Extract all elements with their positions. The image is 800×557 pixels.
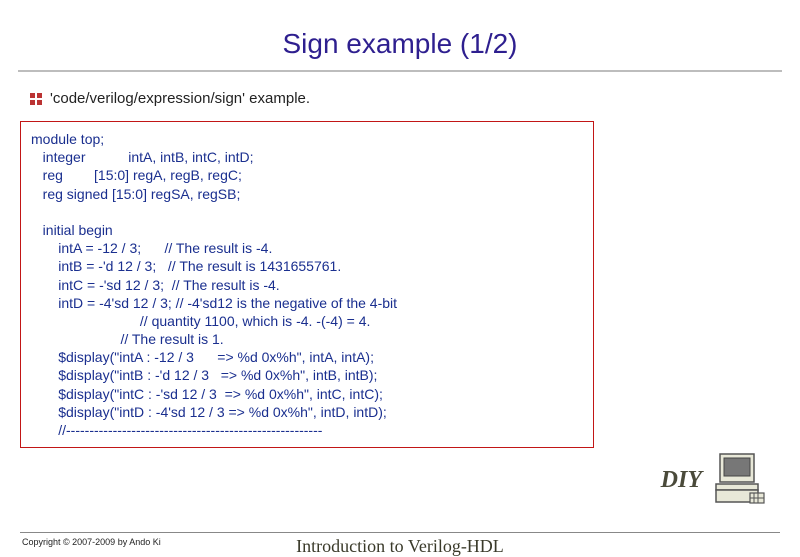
footer-divider: [20, 532, 780, 533]
page-title: Sign example (1/2): [0, 0, 800, 70]
code-block: module top; integer intA, intB, intC, in…: [20, 121, 594, 448]
bullet-row: 'code/verilog/expression/sign' example.: [0, 90, 800, 121]
footer-title: Introduction to Verilog-HDL: [0, 536, 800, 557]
diy-label: DIY: [661, 467, 702, 494]
diy-block: DIY: [661, 448, 770, 513]
computer-icon: [710, 448, 770, 513]
bullet-icon: [30, 93, 42, 105]
bullet-text: 'code/verilog/expression/sign' example.: [50, 90, 310, 107]
title-underline: [18, 70, 782, 72]
